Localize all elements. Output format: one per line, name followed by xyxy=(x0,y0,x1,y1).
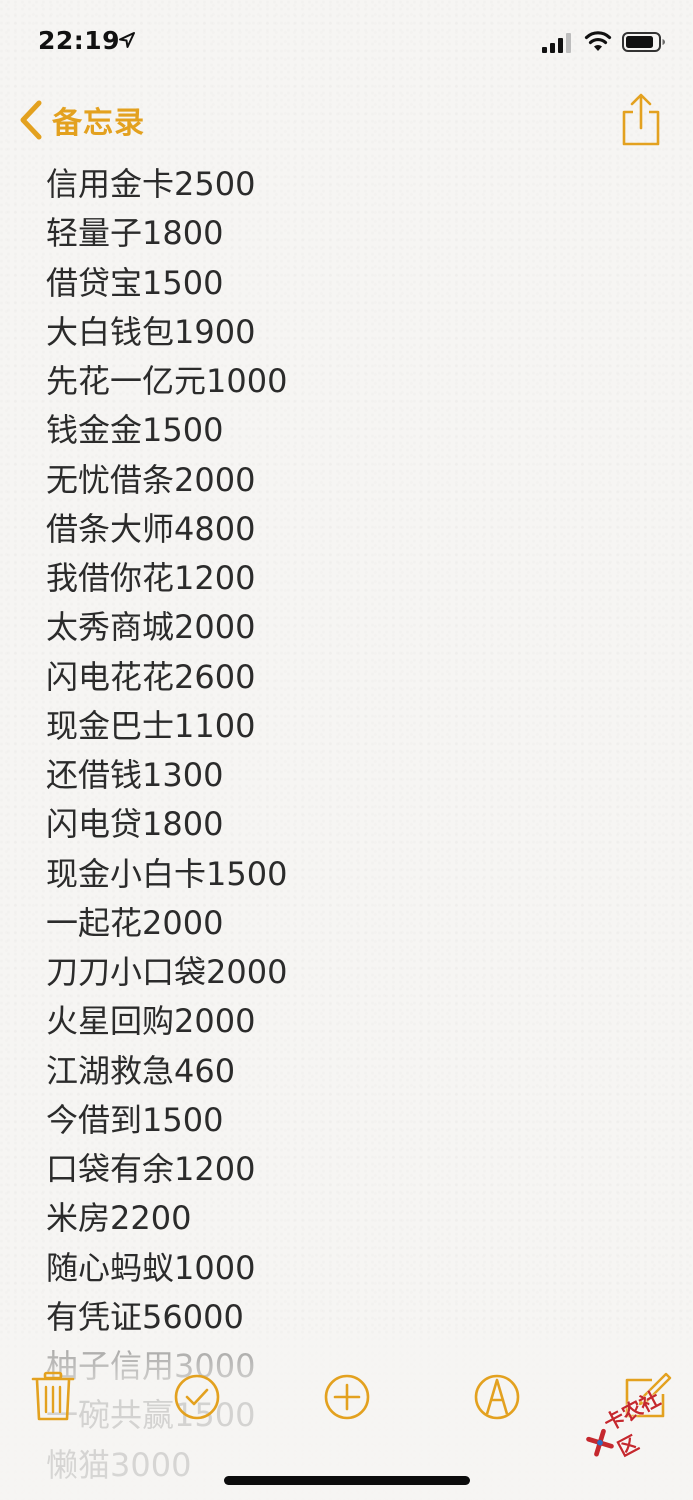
battery-icon xyxy=(622,32,665,52)
chevron-left-icon xyxy=(20,100,42,140)
share-icon[interactable] xyxy=(620,92,662,148)
note-line: 大白钱包1900 xyxy=(46,312,256,351)
note-line: 轻量子1800 xyxy=(46,214,224,253)
wifi-icon xyxy=(584,31,612,51)
note-line: 口袋有余1200 xyxy=(46,1150,256,1188)
note-line: 江湖救急460 xyxy=(46,1051,236,1090)
note-line: 还借钱1300 xyxy=(46,756,224,794)
checklist-icon[interactable] xyxy=(172,1370,222,1424)
note-line: 闪电花花2600 xyxy=(46,657,256,696)
home-indicator[interactable] xyxy=(224,1476,470,1485)
note-line: 太秀商城2000 xyxy=(46,608,256,647)
note-line: 随心蚂蚁1000 xyxy=(46,1248,256,1287)
note-line: 信用金卡2500 xyxy=(46,165,256,203)
back-button-label: 备忘录 xyxy=(52,106,145,141)
status-bar: 22:19 xyxy=(0,0,693,84)
note-line: 钱金金1500 xyxy=(46,411,224,450)
note-line: 刀刀小口袋2000 xyxy=(46,953,288,991)
navigation-bar: 备忘录 xyxy=(0,84,693,158)
cellular-signal-icon xyxy=(542,33,571,53)
note-line: 借条大师4800 xyxy=(46,509,256,548)
note-line: 现金小白卡1500 xyxy=(46,854,288,893)
note-line: 先花一亿元1000 xyxy=(46,362,288,400)
note-line: 今借到1500 xyxy=(46,1100,224,1139)
note-line: 无忧借条2000 xyxy=(46,460,256,499)
note-line: 我借你花1200 xyxy=(46,559,256,597)
trash-icon[interactable] xyxy=(28,1370,78,1424)
back-button[interactable]: 备忘录 xyxy=(18,98,145,142)
status-time: 22:19 xyxy=(38,26,121,55)
add-icon[interactable] xyxy=(322,1370,372,1424)
note-line: 借贷宝1500 xyxy=(46,263,224,302)
note-line: 米房2200 xyxy=(46,1199,192,1238)
note-line: 一起花2000 xyxy=(46,903,224,942)
note-line: 现金巴士1100 xyxy=(46,706,256,745)
note-text-body[interactable]: 信用金卡2500 轻量子1800 借贷宝1500 大白钱包1900 先花一亿元1000 钱… xyxy=(46,160,646,1490)
note-line: 火星回购2000 xyxy=(46,1002,256,1041)
markup-icon[interactable] xyxy=(472,1370,522,1424)
location-arrow-icon xyxy=(119,32,135,48)
note-line: 闪电贷1800 xyxy=(46,805,224,844)
